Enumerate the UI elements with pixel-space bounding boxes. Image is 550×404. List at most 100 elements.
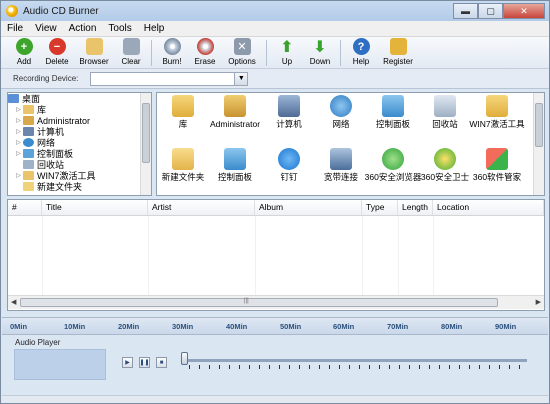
add-button[interactable]: + Add: [9, 37, 39, 69]
tree-item-control-panel[interactable]: ▷ 控制面板: [8, 148, 151, 159]
pause-button[interactable]: ❚❚: [139, 357, 150, 368]
add-label: Add: [16, 57, 32, 66]
track-list-hscrollbar[interactable]: ◀ ||| ▶: [8, 295, 544, 309]
register-button[interactable]: Register: [379, 37, 417, 69]
menu-action[interactable]: Action: [63, 23, 103, 34]
arrow-down-icon: ⬇: [313, 38, 327, 56]
toolbar-separator: [266, 40, 267, 66]
tree-item-libraries[interactable]: ▷ 库: [8, 104, 151, 115]
scroll-thumb[interactable]: [535, 103, 543, 147]
stop-icon: ■: [159, 359, 164, 366]
minimize-button[interactable]: ▬: [453, 3, 478, 19]
column-length[interactable]: Length: [398, 200, 433, 215]
menu-tools[interactable]: Tools: [102, 23, 137, 34]
icon-view-scrollbar[interactable]: [533, 93, 544, 195]
icon-item-broadband[interactable]: 宽带连接: [315, 148, 367, 192]
tree-item-network[interactable]: ▷ 网络: [8, 137, 151, 148]
audio-player-title: Audio Player: [15, 338, 61, 347]
icon-item-network[interactable]: 网络: [315, 95, 367, 139]
icon-item-360-security[interactable]: 360安全卫士: [419, 148, 471, 192]
toolbar: + Add − Delete Browser Clear Burn! Erase…: [1, 37, 549, 69]
track-list-body[interactable]: [8, 216, 544, 296]
icon-item-dingtalk[interactable]: 钉钉: [263, 148, 315, 192]
toolbar-separator: [151, 40, 152, 66]
browser-button[interactable]: Browser: [75, 37, 113, 69]
recording-device-select[interactable]: ▼: [90, 71, 249, 86]
delete-button[interactable]: − Delete: [42, 37, 72, 69]
icon-item-label: 回收站: [432, 119, 458, 129]
tree-item-computer[interactable]: ▷ 计算机: [8, 126, 151, 137]
tree-item-administrator[interactable]: ▷ Administrator: [8, 115, 151, 126]
column-type[interactable]: Type: [362, 200, 398, 215]
burn-button[interactable]: Burn!: [157, 37, 187, 69]
erase-button[interactable]: Erase: [190, 37, 220, 69]
icon-item-libraries[interactable]: 库: [157, 95, 209, 139]
options-button[interactable]: ✕ Options: [223, 37, 261, 69]
scroll-thumb[interactable]: [20, 298, 498, 307]
window-title: Audio CD Burner: [23, 5, 99, 17]
icon-item-360-browser[interactable]: 360安全浏览器: [364, 148, 422, 192]
stop-button[interactable]: ■: [156, 357, 167, 368]
up-label: Up: [281, 57, 293, 66]
icon-item-label: 360安全浏览器: [364, 172, 422, 182]
icon-item-computer[interactable]: 计算机: [263, 95, 315, 139]
expand-icon[interactable]: ▷: [14, 139, 23, 146]
expand-icon[interactable]: ▷: [14, 106, 23, 113]
track-list: # Title Artist Album Type Length Locatio…: [7, 199, 545, 311]
app-logo-icon: [6, 5, 18, 17]
icon-item-new-folder[interactable]: 新建文件夹: [157, 148, 209, 192]
user-folder-icon: [224, 95, 246, 117]
column-number[interactable]: #: [8, 200, 42, 215]
tree-item-label: 库: [37, 105, 47, 115]
play-icon: ▶: [125, 360, 130, 366]
maximize-button[interactable]: ▢: [478, 3, 503, 19]
icon-item-control-panel-2[interactable]: 控制面板: [209, 148, 261, 192]
tree-item-desktop[interactable]: 桌面: [8, 93, 151, 104]
seek-track[interactable]: [185, 359, 527, 362]
up-button[interactable]: ⬆ Up: [272, 37, 302, 69]
play-button[interactable]: ▶: [122, 357, 133, 368]
app-window: Audio CD Burner ▬ ▢ ✕ File View Action T…: [0, 0, 550, 404]
maximize-icon: ▢: [486, 5, 495, 16]
menu-help[interactable]: Help: [138, 23, 171, 34]
scroll-left-icon[interactable]: ◀: [11, 298, 16, 306]
help-icon: ?: [352, 38, 370, 55]
column-album[interactable]: Album: [255, 200, 362, 215]
recycle-bin-icon: [23, 160, 34, 169]
column-location[interactable]: Location: [433, 200, 544, 215]
scroll-thumb[interactable]: [142, 103, 150, 163]
recording-device-label: Recording Device:: [13, 74, 79, 83]
expand-icon[interactable]: ▷: [14, 172, 23, 179]
expand-icon[interactable]: ▷: [14, 117, 23, 124]
help-button[interactable]: ? Help: [346, 37, 376, 69]
scroll-right-icon[interactable]: ▶: [536, 298, 541, 306]
tools-icon: ✕: [233, 38, 251, 55]
audio-visualizer: [14, 349, 106, 380]
seek-slider-handle[interactable]: [181, 352, 188, 365]
track-list-header: # Title Artist Album Type Length Locatio…: [8, 200, 544, 216]
software-manager-icon: [486, 148, 508, 170]
icon-item-label: 控制面板: [217, 172, 252, 182]
down-button[interactable]: ⬇ Down: [305, 37, 335, 69]
seek-ticks: [189, 365, 529, 369]
tree-item-new-folder[interactable]: 新建文件夹: [8, 181, 151, 192]
icon-item-label: 钉钉: [280, 172, 298, 182]
chevron-down-icon[interactable]: ▼: [234, 72, 248, 85]
column-divider: [433, 216, 434, 296]
icon-item-360-software[interactable]: 360软件管家: [471, 148, 523, 192]
icon-item-control-panel[interactable]: 控制面板: [367, 95, 419, 139]
tree-scrollbar[interactable]: [140, 93, 151, 195]
icon-item-win7-activation[interactable]: WIN7激活工具: [469, 95, 525, 139]
column-artist[interactable]: Artist: [148, 200, 255, 215]
column-title[interactable]: Title: [42, 200, 148, 215]
close-button[interactable]: ✕: [503, 3, 545, 19]
expand-icon[interactable]: ▷: [14, 128, 23, 135]
icon-item-label: 360安全卫士: [420, 172, 470, 182]
icon-item-administrator[interactable]: Administrator: [209, 95, 261, 139]
menu-file[interactable]: File: [1, 23, 29, 34]
menu-view[interactable]: View: [29, 23, 63, 34]
expand-icon[interactable]: ▷: [14, 150, 23, 157]
clear-button[interactable]: Clear: [116, 37, 146, 69]
icon-item-recycle-bin[interactable]: 回收站: [419, 95, 471, 139]
register-label: Register: [383, 57, 413, 66]
